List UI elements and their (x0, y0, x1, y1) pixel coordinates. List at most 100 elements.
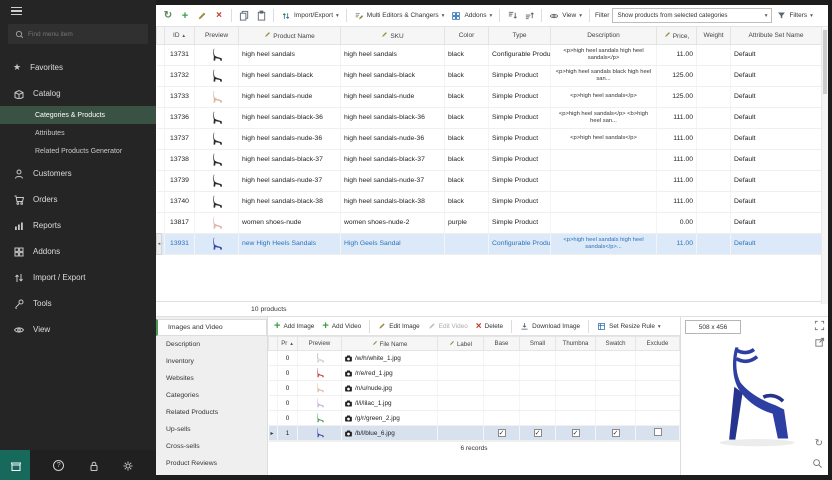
tab-product-reviews[interactable]: Product Reviews (156, 455, 267, 472)
column-header-preview[interactable]: Preview (195, 27, 239, 44)
sort-descending-button[interactable] (522, 9, 536, 23)
media-column-label[interactable]: Label (438, 337, 484, 351)
table-row[interactable]: 13732 high heel sandals-black high heel … (157, 65, 822, 86)
tab-inventory[interactable]: Inventory (156, 353, 267, 370)
column-header-weight[interactable]: Weight (697, 27, 731, 44)
sidebar-search-box[interactable] (8, 24, 148, 44)
delete-image-button[interactable]: Delete (474, 319, 505, 334)
exclude-checkbox[interactable] (654, 428, 662, 436)
refresh-button[interactable] (161, 9, 175, 23)
view-button[interactable]: View (547, 9, 584, 23)
tab-categories[interactable]: Categories (156, 387, 267, 404)
store-button[interactable] (0, 450, 30, 480)
media-row[interactable]: 0 /g/r/green_2.jpg (269, 411, 680, 426)
zoom-icon[interactable] (812, 458, 823, 469)
sidebar-item-import-export[interactable]: Import / Export (0, 264, 156, 290)
sidebar-item-attributes[interactable]: Attributes (0, 124, 156, 142)
table-row[interactable]: 13817 women shoes-nude women shoes-nude-… (157, 212, 822, 233)
add-product-button[interactable] (178, 9, 192, 23)
media-row[interactable]: 0 /l/i/lilac_1.jpg (269, 396, 680, 411)
lock-icon[interactable] (88, 460, 99, 471)
grid-vertical-scrollbar[interactable] (821, 28, 828, 304)
filters-button[interactable]: Filters (775, 9, 814, 22)
open-external-icon[interactable] (814, 337, 825, 348)
table-row[interactable]: 13740 high heel sandals-black-38 high he… (157, 191, 822, 212)
media-column-exclude[interactable]: Exclude (636, 337, 680, 351)
sidebar-item-categories-products[interactable]: Categories & Products (0, 106, 156, 124)
panel-collapse-handle[interactable] (156, 233, 162, 255)
media-column-thumbnail[interactable]: Thumbna (556, 337, 596, 351)
table-row[interactable]: 13739 high heel sandals-nude-37 high hee… (157, 170, 822, 191)
tab-images-and-video[interactable]: Images and Video (156, 319, 267, 336)
table-row[interactable]: 13737 high heel sandals-nude-36 high hee… (157, 128, 822, 149)
scrollbar-thumb[interactable] (823, 30, 827, 94)
sidebar-item-customers[interactable]: Customers (0, 160, 156, 186)
table-row[interactable]: 13736 high heel sandals-black-36 high he… (157, 107, 822, 128)
media-column-pr[interactable]: Pr (278, 337, 298, 351)
media-row[interactable]: 0 /w/h/white_1.jpg (269, 351, 680, 366)
rotate-image-icon[interactable] (815, 433, 823, 451)
hamburger-menu-icon[interactable] (11, 7, 22, 16)
media-row-selected[interactable]: 1 /b/l/blue_6.jpg (269, 426, 680, 441)
tab-related-products[interactable]: Related Products (156, 404, 267, 421)
help-icon[interactable] (53, 460, 64, 471)
column-header-id[interactable]: ID (165, 27, 195, 44)
tab-description[interactable]: Description (156, 336, 267, 353)
column-header-color[interactable]: Color (445, 27, 489, 44)
tab-websites[interactable]: Websites (156, 370, 267, 387)
tab-cross-sells[interactable]: Cross-sells (156, 438, 267, 455)
column-header-type[interactable]: Type (489, 27, 551, 44)
category-filter-select[interactable]: Show products from selected categories (612, 8, 772, 23)
import-export-button[interactable]: Import/Export (279, 9, 341, 23)
copy-button[interactable] (237, 9, 251, 23)
media-column-small[interactable]: Small (520, 337, 556, 351)
column-header-description[interactable]: Description (551, 27, 657, 44)
column-header-price[interactable]: Price, (657, 27, 697, 44)
add-video-button[interactable]: Add Video (320, 318, 363, 334)
column-header-product-name[interactable]: Product Name (239, 27, 341, 44)
sort-ascending-button[interactable] (505, 9, 519, 23)
edit-product-button[interactable] (195, 9, 209, 23)
sidebar-search-input[interactable] (28, 31, 138, 38)
cell-file-name: /b/l/blue_6.jpg (355, 430, 395, 437)
header-marker (157, 27, 165, 44)
sidebar-item-tools[interactable]: Tools (0, 290, 156, 316)
gear-icon[interactable] (122, 460, 133, 471)
media-row[interactable]: 0 /r/e/red_1.jpg (269, 366, 680, 381)
table-row-selected[interactable]: 13931 new High Heels Sandals High Geels … (157, 233, 822, 254)
fullscreen-icon[interactable] (814, 320, 825, 331)
sidebar-item-orders[interactable]: Orders (0, 186, 156, 212)
column-header-sku[interactable]: SKU (341, 27, 445, 44)
delete-product-button[interactable] (212, 9, 226, 23)
media-column-swatch[interactable]: Swatch (596, 337, 636, 351)
add-image-button[interactable]: Add Image (272, 318, 316, 334)
multi-editors-button[interactable]: Multi Editors & Changers (352, 9, 447, 23)
sidebar-item-catalog[interactable]: Catalog (0, 80, 156, 106)
tab-up-sells[interactable]: Up-sells (156, 421, 267, 438)
small-checkbox[interactable] (534, 429, 542, 437)
sidebar-item-favorites[interactable]: Favorites (0, 54, 156, 80)
sidebar-item-related-products-generator[interactable]: Related Products Generator (0, 142, 156, 160)
column-header-attribute-set[interactable]: Attribute Set Name (731, 27, 822, 44)
thumbnail-checkbox[interactable] (572, 429, 580, 437)
media-column-file-name[interactable]: File Name (342, 337, 438, 351)
swatch-checkbox[interactable] (612, 429, 620, 437)
media-column-base[interactable]: Base (484, 337, 520, 351)
download-image-button[interactable]: Download Image (518, 320, 582, 333)
addons-button[interactable]: Addons (449, 9, 494, 23)
sidebar-item-view[interactable]: View (0, 316, 156, 342)
sidebar-item-reports[interactable]: Reports (0, 212, 156, 238)
media-row[interactable]: 0 /n/u/nude.jpg (269, 381, 680, 396)
sidebar-item-addons[interactable]: Addons (0, 238, 156, 264)
base-checkbox[interactable] (498, 429, 506, 437)
table-row[interactable]: 13733 high heel sandals-nude high heel s… (157, 86, 822, 107)
set-resize-rule-button[interactable]: Set Resize Rule (595, 320, 663, 333)
edit-video-button[interactable]: Edit Video (426, 320, 470, 332)
media-column-preview[interactable]: Preview (298, 337, 342, 351)
paste-button[interactable] (254, 9, 268, 23)
table-row[interactable]: 13738 high heel sandals-black-37 high he… (157, 149, 822, 170)
sidebar-bottom-bar (0, 450, 156, 480)
toolbar-separator (369, 320, 370, 333)
table-row[interactable]: 13731 high heel sandals high heel sandal… (157, 44, 822, 65)
edit-image-button[interactable]: Edit Image (376, 320, 422, 332)
